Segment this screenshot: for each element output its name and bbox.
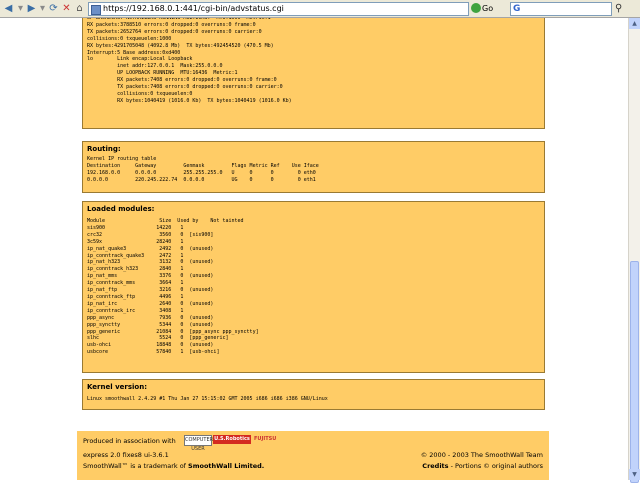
module-line: ip_conntrack_mms 3664 1 (87, 280, 184, 287)
routing-title: Routing: (87, 145, 121, 153)
module-line: ip_nat_ftp 3216 0 (unused) (87, 287, 214, 294)
interface-line: inet addr:127.0.0.1 Mask:255.0.0.0 (87, 63, 223, 70)
module-line: ip_nat_irc 2640 0 (unused) (87, 300, 214, 307)
module-line: ppp_synctty 5344 0 (unused) (87, 321, 214, 328)
interface-line: RX bytes:1040419 (1016.0 Kb) TX bytes:10… (87, 97, 292, 104)
interface-line: collisions:0 txqueuelen:0 (87, 90, 193, 97)
routing-line: Destination Gateway Genmask Flags Metric… (87, 162, 319, 169)
modules-list: Module Size Used by Not tainted sis900 14… (87, 218, 259, 356)
module-line: ppp_async 7936 0 (unused) (87, 314, 214, 321)
stop-icon[interactable]: ✕ (60, 2, 73, 15)
network-interfaces-panel: UP BROADCAST NOTRAILERS RUNNING MULTICAS… (82, 18, 545, 129)
module-line: ip_conntrack_quake3 2472 1 (87, 252, 184, 259)
credits-suffix: - Portions © original authors (448, 462, 543, 470)
trademark-text: SmoothWall™ is a trademark of SmoothWall… (83, 462, 264, 470)
vertical-scrollbar[interactable]: ▲ ▼ (628, 18, 640, 483)
credits-link[interactable]: Credits (422, 462, 448, 470)
scroll-up-icon[interactable]: ▲ (629, 18, 640, 29)
interface-line: TX packets:2652764 errors:0 dropped:0 ov… (87, 28, 262, 35)
interface-line: TX packets:7408 errors:0 dropped:0 overr… (87, 84, 283, 91)
usrobotics-logo[interactable]: U.S.Robotics (213, 435, 251, 444)
home-icon[interactable]: ⌂ (73, 2, 86, 15)
routing-panel: Routing: Kernel IP routing table Destinat… (82, 141, 545, 193)
module-line: ip_conntrack_irc 3408 1 (87, 307, 184, 314)
url-text: https://192.168.0.1:441/cgi-bin/advstatu… (103, 4, 284, 13)
interface-line: RX packets:3788510 errors:0 dropped:0 ov… (87, 21, 256, 28)
interface-line: RX bytes:4291705048 (4092.8 Mb) TX bytes… (87, 42, 274, 49)
kernel-panel: Kernel version: Linux smoothwall 2.4.29 … (82, 379, 545, 410)
routing-line: 0.0.0.0 220.245.222.74 0.0.0.0 UG 0 0 0 … (87, 176, 316, 183)
module-line: slhc 5524 0 [ppp_generic] (87, 335, 229, 342)
copyright-text: © 2000 - 2003 The SmoothWall Team (420, 451, 543, 459)
search-input[interactable]: G (510, 2, 612, 16)
interface-line: collisions:0 txqueuelen:1000 (87, 35, 172, 42)
search-icon[interactable]: ⚲ (615, 3, 622, 15)
module-line: usbcore 57840 1 [usb-ohci] (87, 349, 220, 356)
module-line: ip_nat_h323 3132 0 (unused) (87, 259, 214, 266)
kernel-version-text: Linux smoothwall 2.4.29 #1 Thu Jan 27 15… (87, 396, 328, 402)
go-button[interactable]: Go (482, 3, 493, 15)
version-text: express 2.0 fixes8 ui-3.6.1 (83, 451, 169, 459)
interface-line: UP LOOPBACK RUNNING MTU:16436 Metric:1 (87, 70, 238, 77)
module-line: ip_nat_quake3 2492 0 (unused) (87, 245, 214, 252)
computer-user-logo[interactable]: COMPUTER USER (184, 435, 213, 452)
reload-icon[interactable]: ⟳ (47, 2, 60, 15)
modules-title: Loaded modules: (87, 205, 155, 213)
page-content: UP BROADCAST NOTRAILERS RUNNING MULTICAS… (0, 18, 628, 480)
module-line: ip_conntrack_h323 2840 1 (87, 266, 184, 273)
trademark-prefix: SmoothWall™ is a trademark of (83, 462, 189, 470)
module-line: ppp_generic 21084 0 [ppp_async ppp_synct… (87, 328, 259, 335)
url-input[interactable]: https://192.168.0.1:441/cgi-bin/advstatu… (88, 2, 469, 16)
routing-line: Kernel IP routing table (87, 156, 157, 162)
interface-line: lo Link encap:Local Loopback (87, 56, 193, 63)
module-line: 3c59x 28240 1 (87, 238, 184, 245)
module-line: Module Size Used by Not tainted (87, 218, 244, 224)
module-line: ip_conntrack_ftp 4496 1 (87, 293, 184, 300)
interface-line: RX packets:7408 errors:0 dropped:0 overr… (87, 77, 277, 84)
module-line: usb-ohci 18848 0 (unused) (87, 342, 214, 349)
modules-panel: Loaded modules: Module Size Used by Not … (82, 201, 545, 373)
module-line: ip_nat_mms 3376 0 (unused) (87, 273, 214, 280)
google-icon: G (513, 4, 521, 14)
scroll-down-icon[interactable]: ▼ (629, 469, 640, 480)
credits-text: Credits - Portions © original authors (422, 462, 543, 470)
produced-text: Produced in association with (83, 437, 176, 445)
routing-line: 192.168.0.0 0.0.0.0 255.255.255.0 U 0 0 … (87, 169, 316, 176)
kernel-title: Kernel version: (87, 383, 147, 391)
fujitsu-logo[interactable]: FUJITSU (254, 435, 276, 444)
site-favicon-icon (91, 5, 101, 15)
trademark-link[interactable]: SmoothWall Limited. (188, 462, 264, 470)
browser-toolbar: ◀ ▾ ▶ ▾ ⟳ ✕ ⌂ https://192.168.0.1:441/cg… (0, 0, 640, 18)
module-line: sis900 14220 1 (87, 224, 184, 231)
module-line: crc32 3560 0 [sis900] (87, 231, 214, 238)
go-icon[interactable] (471, 3, 481, 13)
routing-table: Kernel IP routing table Destination Gatew… (87, 156, 319, 184)
interface-details: UP BROADCAST NOTRAILERS RUNNING MULTICAS… (87, 18, 292, 105)
interface-line: Interrupt:5 Base address:0xd400 (87, 49, 181, 56)
scroll-thumb[interactable] (630, 261, 639, 483)
footer: Produced in association with COMPUTER US… (77, 431, 549, 480)
